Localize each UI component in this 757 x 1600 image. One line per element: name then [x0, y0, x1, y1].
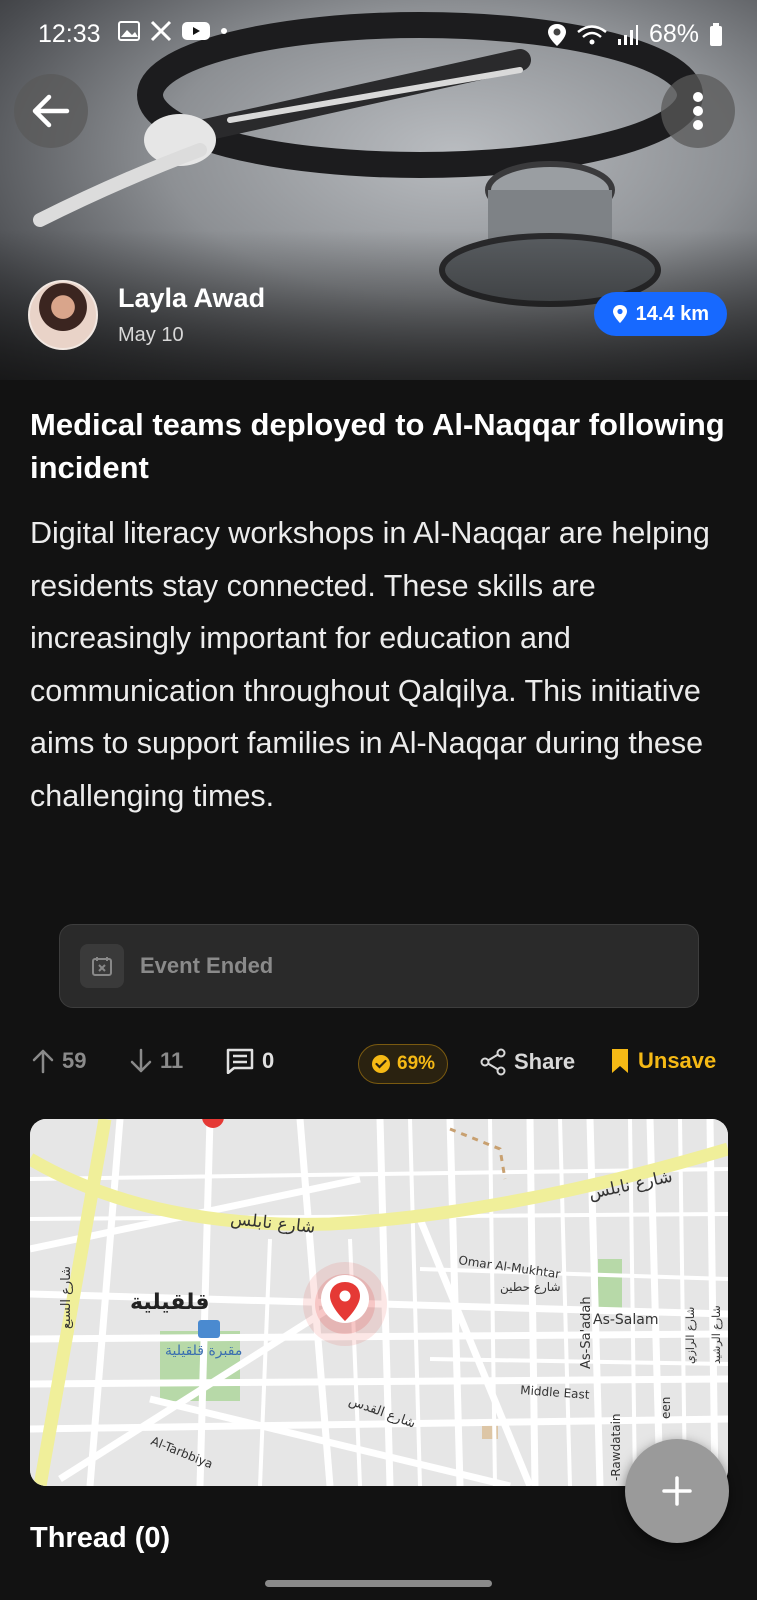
gallery-icon [118, 21, 140, 41]
battery-percent: 68% [648, 20, 699, 48]
post-date: May 10 [118, 324, 184, 346]
event-status-label: Event Ended [140, 953, 274, 978]
x-app-icon [150, 20, 172, 42]
comments-button[interactable]: 0 [226, 1048, 274, 1074]
verified-badge-icon [372, 1055, 390, 1073]
youtube-icon [182, 22, 210, 40]
actions-row: 59 11 0 69% Share Unsave [32, 1044, 732, 1088]
signal-icon [617, 24, 638, 45]
post-title: Medical teams deployed to Al-Naqqar foll… [30, 407, 725, 485]
status-time: 12:33 [38, 20, 101, 48]
distance-text: 14.4 km [635, 302, 709, 325]
notification-dot-icon [221, 28, 227, 34]
back-button[interactable] [14, 74, 88, 148]
arrow-left-icon [32, 94, 70, 128]
map-marker-icon [321, 1275, 369, 1323]
add-button[interactable] [625, 1439, 729, 1543]
trust-score-badge[interactable]: 69% [358, 1044, 449, 1084]
plus-icon [662, 1476, 692, 1506]
distance-badge[interactable]: 14.4 km [593, 292, 727, 336]
map-label-rawdatain: -Rawdatain [609, 1413, 623, 1481]
share-icon [480, 1048, 506, 1076]
more-vertical-icon [693, 92, 703, 130]
downvote-button[interactable]: 11 [130, 1048, 183, 1074]
comment-count: 0 [262, 1048, 275, 1073]
unsave-label: Unsave [638, 1048, 717, 1073]
map-label-razi-street: شارع الرازي [684, 1307, 697, 1364]
map-label-as-saadah: As-Sa'adah [579, 1296, 594, 1369]
author-name[interactable]: Layla Awad [118, 283, 265, 314]
map-label-hattin-street: شارع حطين [500, 1280, 561, 1295]
arrow-up-icon [32, 1049, 54, 1074]
map-canvas: شارع نابلس شارع نابلس قلقيلية مقبرة قلقي… [30, 1119, 728, 1486]
location-map[interactable]: شارع نابلس شارع نابلس قلقيلية مقبرة قلقي… [30, 1119, 728, 1486]
location-icon [547, 23, 566, 46]
battery-icon [710, 22, 722, 46]
author-info[interactable]: Layla Awad May 10 [28, 280, 265, 350]
wifi-icon [577, 24, 607, 44]
downvote-count: 11 [160, 1048, 184, 1073]
map-label-rashid-street: شارع الرشيد [710, 1305, 723, 1364]
thread-title: Thread (0) [30, 1522, 171, 1554]
arrow-down-icon [130, 1048, 152, 1073]
share-button[interactable]: Share [480, 1048, 575, 1076]
unsave-button[interactable]: Unsave [610, 1048, 716, 1074]
status-bar: 12:33 68% [0, 0, 757, 70]
map-label-cemetery: مقبرة قلقيلية [165, 1343, 242, 1359]
more-options-button[interactable] [661, 74, 735, 148]
avatar[interactable] [28, 280, 98, 350]
map-label-een: een [659, 1397, 673, 1419]
event-status-box: Event Ended [59, 924, 699, 1008]
post-body: Digital literacy workshops in Al-Naqqar … [30, 516, 710, 813]
trust-score: 69% [397, 1053, 436, 1074]
comment-icon [226, 1048, 254, 1074]
map-label-as-salam: As-Salam [593, 1312, 659, 1328]
bookmark-icon [612, 1049, 628, 1073]
upvote-count: 59 [62, 1048, 87, 1073]
map-label-qalqilya: قلقيلية [130, 1290, 210, 1315]
share-label: Share [514, 1049, 576, 1074]
map-label-sabea-street: شارع السبع [59, 1266, 74, 1329]
map-pin-icon [612, 305, 627, 323]
calendar-x-icon [92, 957, 112, 976]
upvote-button[interactable]: 59 [32, 1048, 86, 1074]
home-indicator[interactable] [265, 1580, 492, 1587]
